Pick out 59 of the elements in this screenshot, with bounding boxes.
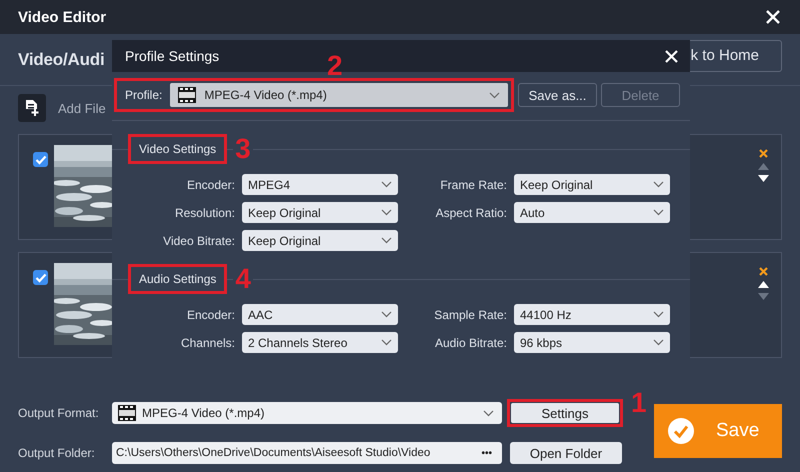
chevron-icon [489,92,500,98]
film-icon [178,87,196,103]
section-title: Video Settings [128,134,228,164]
step-number: 1 [631,389,647,417]
move-up-icon[interactable] [758,281,769,288]
checkbox[interactable] [33,152,48,167]
chevron-icon [381,311,392,318]
dialog-title: Profile Settings [125,48,220,64]
remove-icon[interactable] [759,267,768,276]
remove-icon[interactable] [759,149,768,158]
move-down-icon[interactable] [758,175,769,182]
page-title: Video/Audi [18,50,104,70]
close-icon[interactable] [665,50,678,62]
chevron-icon [653,209,664,216]
checkbox[interactable] [33,270,48,285]
chevron-icon [381,339,392,346]
dropdown[interactable]: Keep Original [514,174,670,195]
dropdown[interactable]: 96 kbps [514,332,670,353]
field-label: Aspect Ratio: [434,206,507,220]
close-icon[interactable] [766,10,780,24]
field-label: Sample Rate: [433,308,507,322]
chevron-icon [653,311,664,318]
chevron-icon [653,181,664,188]
add-file-icon[interactable] [18,94,46,122]
dropdown[interactable]: Auto [514,202,670,223]
dropdown[interactable]: AAC [242,304,398,325]
open-folder-button[interactable]: Open Folder [510,442,622,464]
output-folder-field[interactable]: C:\Users\Others\OneDrive\Documents\Aiseesoft Studio\Video ••• [112,442,502,464]
dropdown[interactable]: 44100 Hz [514,304,670,325]
field-label: Encoder: [186,178,235,192]
section-title: Audio Settings [128,264,228,294]
window-title: Video Editor [18,8,106,26]
chevron-icon [381,181,392,188]
output-format-label: Output Format: [18,406,100,420]
profile-dropdown[interactable]: MPEG-4 Video (*.mp4) [170,83,508,107]
field-label: Encoder: [186,308,235,322]
dropdown[interactable]: Keep Original [242,230,398,251]
field-label: Channels: [180,336,235,350]
profile-label: Profile: [125,88,162,102]
field-label: Video Bitrate: [162,234,235,248]
output-folder-label: Output Folder: [18,446,96,460]
film-icon [118,405,136,421]
field-label: Audio Bitrate: [434,336,507,350]
save-as-button[interactable]: Save as... [518,83,597,107]
output-format-dropdown[interactable]: MPEG-4 Video (*.mp4) [112,402,502,424]
dropdown[interactable]: MPEG4 [242,174,398,195]
chevron-icon [381,209,392,216]
field-label: Frame Rate: [439,178,507,192]
checkmark-icon [668,418,694,444]
chevron-icon [653,339,664,346]
field-label: Resolution: [174,206,235,220]
settings-button[interactable]: Settings [511,403,619,423]
step-number: 2 [327,52,343,80]
dropdown[interactable]: Keep Original [242,202,398,223]
browse-button[interactable]: ••• [481,448,494,458]
add-file-button[interactable]: Add File [58,100,106,116]
chevron-icon [381,237,392,244]
dropdown[interactable]: 2 Channels Stereo [242,332,398,353]
chevron-icon [483,410,494,416]
